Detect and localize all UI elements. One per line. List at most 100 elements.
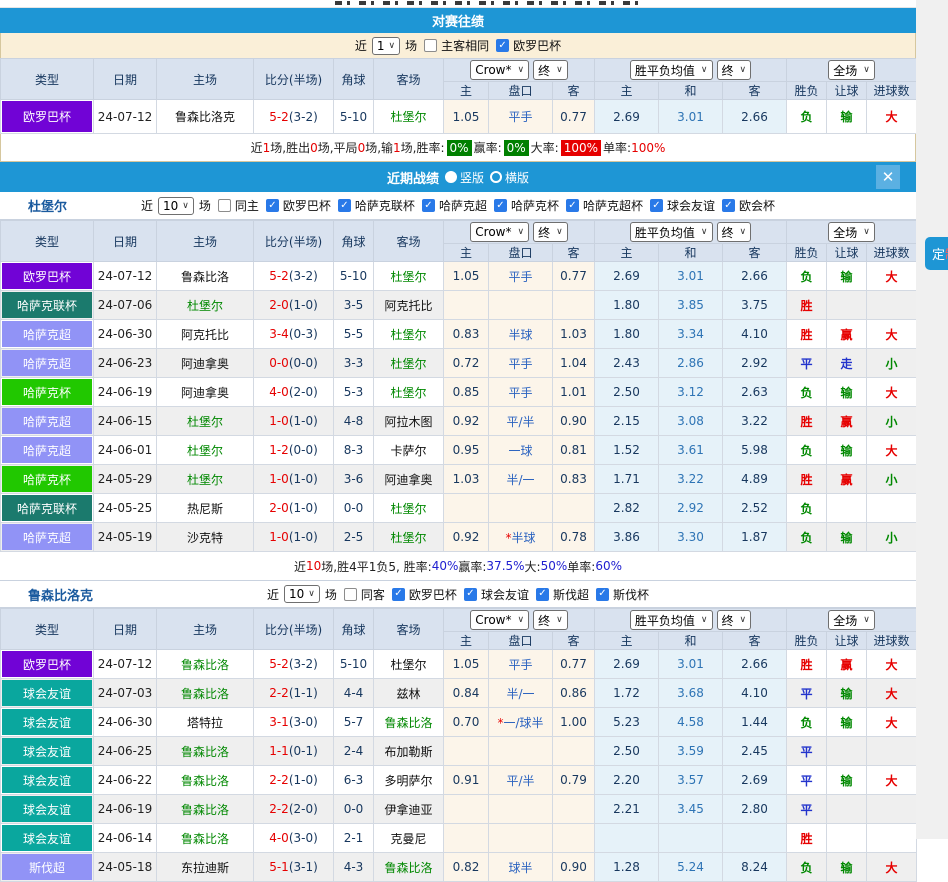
league-badge[interactable]: 哈萨克联杯 [2,292,92,318]
league-badge[interactable]: 球会友谊 [2,796,92,822]
league-badge[interactable]: 哈萨克超 [2,524,92,550]
team-name[interactable]: 杜堡尔 [390,110,426,124]
avg-stage-select[interactable]: 终∨ [717,60,752,80]
team-name[interactable]: 阿克托比 [181,328,229,342]
league-checkbox-0[interactable]: ✓ [266,199,279,212]
team-name[interactable]: 杜堡尔 [187,473,223,487]
avg-odds-select[interactable]: 胜平负均值∨ [630,222,713,242]
avg-odds-select[interactable]: 胜平负均值∨ [630,610,713,630]
league-checkbox-0[interactable]: ✓ [392,588,405,601]
team-name[interactable]: 杜堡尔 [390,386,426,400]
league-badge[interactable]: 哈萨克联杯 [2,495,92,521]
cell-date: 24-06-01 [94,436,157,465]
odds-provider-select[interactable]: Crow*∨ [470,222,529,242]
customize-button[interactable]: 定 制 [925,237,948,270]
horizontal-layout-radio[interactable] [490,171,502,183]
odds-stage-select[interactable]: 终∨ [533,610,568,630]
team-name[interactable]: 鲁森比洛 [181,803,229,817]
league-badge[interactable]: 哈萨克超 [2,350,92,376]
team-name[interactable]: 杜堡尔 [390,502,426,516]
vertical-layout-radio[interactable] [445,171,457,183]
team-name[interactable]: 兹林 [396,687,420,701]
team-name[interactable]: 阿拉木图 [384,415,432,429]
team-name[interactable]: 杜堡尔 [390,328,426,342]
team-name[interactable]: 杜堡尔 [187,415,223,429]
league-checkbox-1[interactable]: ✓ [464,588,477,601]
league-checkbox-2[interactable]: ✓ [536,588,549,601]
same-venue-checkbox[interactable] [218,199,231,212]
league-badge[interactable]: 哈萨克超 [2,437,92,463]
cell-avg-away [723,824,787,853]
match-scope-select[interactable]: 全场∨ [828,222,875,242]
team-name[interactable]: 多明萨尔 [384,774,432,788]
league-badge[interactable]: 欧罗巴杯 [2,101,92,132]
odds-stage-select[interactable]: 终∨ [533,222,568,242]
same-venue-checkbox[interactable] [344,588,357,601]
cell-score: 5-2(3-2) [254,650,334,679]
match-count-select[interactable]: 1∨ [372,37,400,55]
match-count-select[interactable]: 10∨ [284,585,320,603]
league-badge[interactable]: 球会友谊 [2,767,92,793]
league-badge[interactable]: 哈萨克超 [2,408,92,434]
team-name[interactable]: 布加勒斯 [384,745,432,759]
avg-stage-select[interactable]: 终∨ [717,222,752,242]
league-checkbox-6[interactable]: ✓ [722,199,735,212]
league-badge[interactable]: 欧罗巴杯 [2,263,92,289]
league-checkbox-0[interactable]: ✓ [496,39,509,52]
team-name[interactable]: 杜堡尔 [390,531,426,545]
league-checkbox-5[interactable]: ✓ [650,199,663,212]
cell-handicap: *半球 [489,523,553,552]
horizontal-layout-label[interactable]: 横版 [505,169,529,186]
team-name[interactable]: 鲁森比洛 [181,774,229,788]
team-name[interactable]: 鲁森比洛 [181,687,229,701]
team-name[interactable]: 杜堡尔 [390,357,426,371]
team-name[interactable]: 热尼斯 [187,502,223,516]
team-name[interactable]: 鲁森比洛 [181,270,229,284]
league-badge[interactable]: 哈萨克杯 [2,379,92,405]
team-name[interactable]: 杜堡尔 [187,299,223,313]
league-checkbox-3[interactable]: ✓ [596,588,609,601]
odds-provider-select[interactable]: Crow*∨ [470,610,529,630]
team-name[interactable]: 塔特拉 [187,716,223,730]
team-name[interactable]: 阿迪拿奥 [181,357,229,371]
league-badge[interactable]: 哈萨克杯 [2,466,92,492]
team-name[interactable]: 鲁森比洛 [384,861,432,875]
vertical-layout-label[interactable]: 竖版 [460,169,484,186]
team-name[interactable]: 阿迪拿奥 [181,386,229,400]
league-checkbox-1[interactable]: ✓ [338,199,351,212]
league-badge[interactable]: 球会友谊 [2,738,92,764]
team-name[interactable]: 东拉迪斯 [181,861,229,875]
close-icon[interactable]: ✕ [876,165,900,189]
team-name[interactable]: 鲁森比洛 [181,658,229,672]
team-name[interactable]: 鲁森比洛 [181,745,229,759]
team-name[interactable]: 伊拿迪亚 [384,803,432,817]
league-badge[interactable]: 斯伐超 [2,854,92,880]
league-badge[interactable]: 球会友谊 [2,709,92,735]
col-header-3: 比分(半场) [254,221,334,262]
team-name[interactable]: 阿迪拿奥 [384,473,432,487]
league-badge[interactable]: 欧罗巴杯 [2,651,92,677]
odds-stage-select[interactable]: 终∨ [533,60,568,80]
team-name[interactable]: 杜堡尔 [390,658,426,672]
match-count-select[interactable]: 10∨ [158,197,194,215]
cell-team: 鲁森比洛 [157,795,254,824]
league-checkbox-4[interactable]: ✓ [566,199,579,212]
match-scope-select[interactable]: 全场∨ [828,610,875,630]
odds-provider-select[interactable]: Crow*∨ [470,60,529,80]
team-name[interactable]: 鲁森比洛 [384,716,432,730]
team-name[interactable]: 沙克特 [187,531,223,545]
team-name[interactable]: 杜堡尔 [390,270,426,284]
league-checkbox-3[interactable]: ✓ [494,199,507,212]
avg-stage-select[interactable]: 终∨ [717,610,752,630]
team-name[interactable]: 阿克托比 [384,299,432,313]
same-venue-checkbox[interactable] [424,39,437,52]
match-scope-select[interactable]: 全场∨ [828,60,875,80]
league-checkbox-2[interactable]: ✓ [422,199,435,212]
team-name[interactable]: 杜堡尔 [187,444,223,458]
league-badge[interactable]: 哈萨克超 [2,321,92,347]
team-name[interactable]: 鲁森比洛克 [175,110,235,124]
team-name[interactable]: 卡萨尔 [390,444,426,458]
avg-odds-select[interactable]: 胜平负均值∨ [630,60,713,80]
league-badge[interactable]: 球会友谊 [2,680,92,706]
league-badge[interactable]: 球会友谊 [2,825,92,851]
